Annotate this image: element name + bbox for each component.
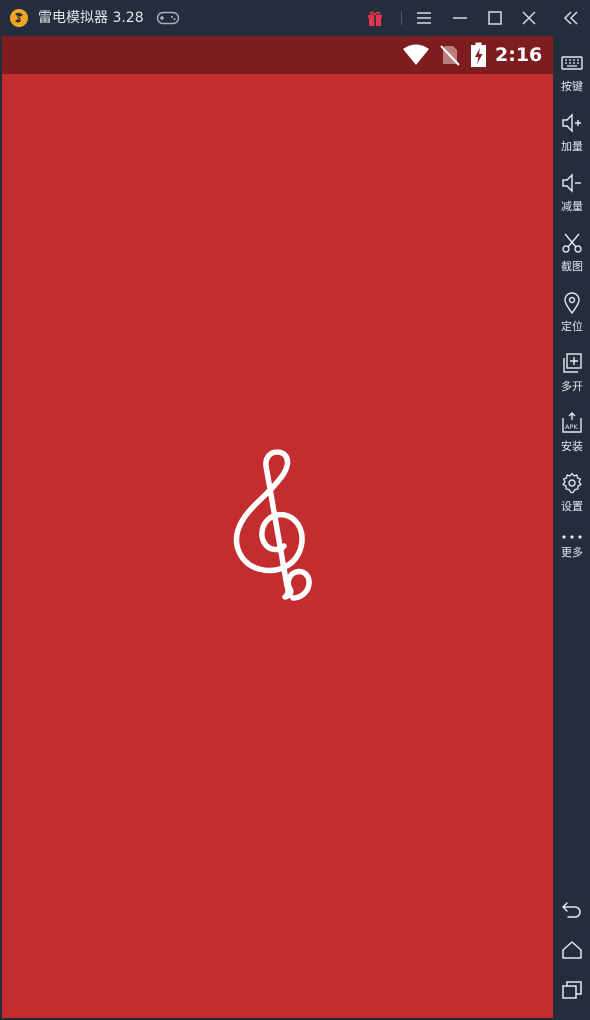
multi-instance-icon	[563, 353, 582, 373]
location-pin-icon	[564, 292, 580, 314]
keyboard-icon	[561, 56, 583, 70]
gift-icon[interactable]	[364, 0, 386, 36]
no-sim-icon	[440, 45, 460, 66]
sidebar-label: 截图	[561, 260, 583, 273]
minimize-icon[interactable]	[448, 0, 472, 36]
nav-home-button[interactable]	[554, 934, 590, 966]
emulator-sidebar: 按键 加量 减量 截图 定位 多开 APK 安装 设置 更多	[554, 36, 590, 1020]
sidebar-label: 设置	[561, 500, 583, 513]
home-icon	[562, 941, 582, 959]
battery-charging-icon	[471, 42, 486, 67]
android-status-bar: 2:16	[2, 36, 553, 74]
nav-recent-apps-button[interactable]	[554, 974, 590, 1006]
sidebar-label: 减量	[561, 200, 583, 213]
gamepad-icon[interactable]	[156, 10, 180, 26]
sidebar-label: 更多	[561, 546, 583, 559]
title-divider	[401, 11, 402, 25]
ldplayer-logo-icon	[10, 9, 28, 27]
sidebar-label: 按键	[561, 80, 583, 93]
sidebar-label: 多开	[561, 380, 583, 393]
sidebar-item-screenshot[interactable]: 截图	[554, 224, 590, 280]
recent-apps-icon	[562, 981, 582, 999]
more-dots-icon	[562, 535, 582, 539]
sidebar-item-more[interactable]: 更多	[554, 518, 590, 574]
maximize-icon[interactable]	[483, 0, 507, 36]
sidebar-label: 安装	[561, 440, 583, 453]
sidebar-item-location[interactable]: 定位	[554, 284, 590, 340]
sidebar-item-keymap[interactable]: 按键	[554, 44, 590, 100]
volume-up-icon	[562, 113, 581, 133]
volume-down-icon	[562, 173, 581, 193]
menu-icon[interactable]	[412, 0, 436, 36]
collapse-sidebar-icon[interactable]	[558, 0, 584, 36]
nav-back-button[interactable]	[554, 894, 590, 926]
treble-clef-icon	[233, 449, 312, 601]
window-title: 雷电模拟器 3.28	[38, 10, 144, 26]
apk-install-icon: APK	[562, 412, 582, 433]
gear-icon	[562, 472, 582, 494]
emulator-screen[interactable]: 2:16	[2, 36, 553, 1018]
sidebar-label: 定位	[561, 320, 583, 333]
sidebar-item-multi-instance[interactable]: 多开	[554, 344, 590, 400]
sidebar-label: 加量	[561, 140, 583, 153]
svg-text:APK: APK	[565, 423, 578, 431]
sidebar-item-volume-down[interactable]: 减量	[554, 164, 590, 220]
sidebar-item-settings[interactable]: 设置	[554, 464, 590, 520]
close-icon[interactable]	[517, 0, 541, 36]
sidebar-item-volume-up[interactable]: 加量	[554, 104, 590, 160]
back-icon	[562, 902, 581, 918]
status-clock: 2:16	[495, 44, 543, 66]
window-title-bar: 雷电模拟器 3.28	[0, 0, 590, 36]
sidebar-item-install-apk[interactable]: APK 安装	[554, 404, 590, 460]
wifi-icon	[403, 44, 429, 65]
scissors-icon	[562, 233, 582, 253]
